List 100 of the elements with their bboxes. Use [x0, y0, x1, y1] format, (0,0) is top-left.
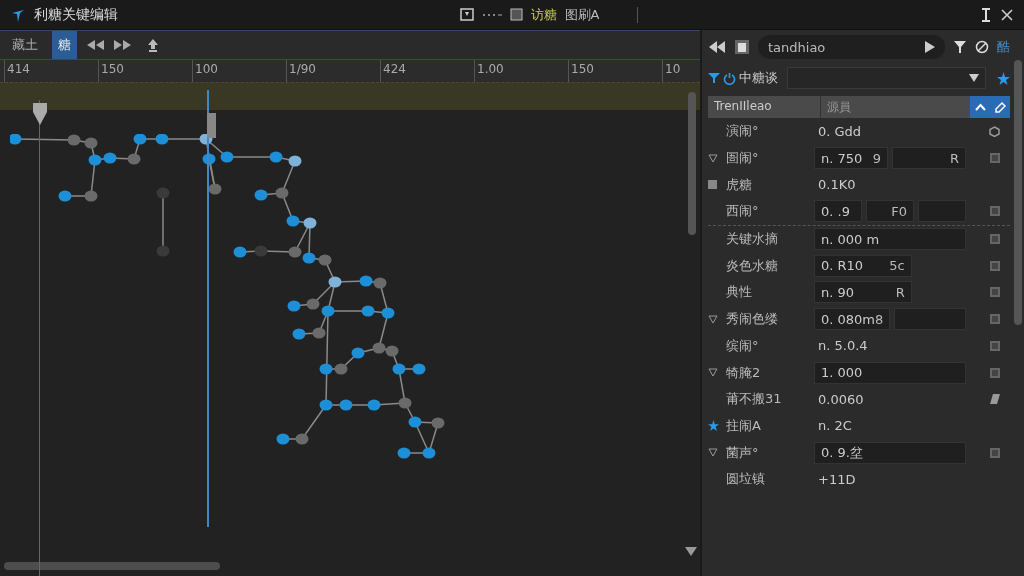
triangle-icon[interactable] [708, 368, 718, 378]
graph-node[interactable] [431, 417, 445, 429]
graph-node[interactable] [319, 399, 333, 411]
graph-node[interactable] [58, 190, 72, 202]
fast-forward-icon[interactable] [113, 39, 133, 51]
graph-node[interactable] [254, 189, 268, 201]
toolbar-button[interactable]: 糖 [52, 31, 77, 59]
power-icon[interactable] [723, 71, 736, 85]
value-field[interactable]: n. 000 m [814, 228, 966, 251]
graph-node[interactable] [295, 433, 309, 445]
column-header[interactable]: TrenIIleao [708, 96, 821, 118]
triangle-icon[interactable] [708, 314, 718, 324]
graph-node[interactable] [318, 254, 332, 266]
header-label[interactable]: 图刷A [564, 5, 600, 24]
graph-node[interactable] [351, 347, 365, 359]
value-field[interactable]: n. 750 9 [814, 147, 888, 170]
keyframe-icon[interactable] [990, 314, 1000, 325]
graph-node[interactable] [339, 399, 353, 411]
graph-node[interactable] [288, 246, 302, 258]
scroll-down-icon[interactable] [685, 547, 697, 556]
graph-node[interactable] [156, 187, 170, 199]
slash-icon[interactable] [990, 394, 1000, 405]
graph-node[interactable] [328, 276, 342, 288]
keyframe-icon[interactable] [990, 206, 1000, 217]
keyframe-icon[interactable] [990, 234, 1000, 245]
graph-node[interactable] [254, 245, 268, 257]
screen-icon[interactable] [459, 8, 474, 21]
triangle-icon[interactable] [708, 153, 718, 163]
value-field[interactable]: 1. 000 [814, 361, 966, 384]
value-field[interactable]: 0. 9.坌 [814, 441, 966, 464]
graph-node[interactable] [334, 363, 348, 375]
panel-icon[interactable] [509, 8, 523, 21]
graph-node[interactable] [233, 246, 247, 258]
keyframe-icon[interactable] [990, 260, 1000, 271]
graph-node[interactable] [319, 363, 333, 375]
value-field[interactable]: F0 [866, 200, 914, 223]
graph-node[interactable] [10, 134, 22, 145]
rewind-icon[interactable] [85, 39, 105, 51]
graph-node[interactable] [303, 217, 317, 229]
keyframe-icon[interactable] [990, 447, 1000, 458]
keyframe-icon[interactable] [990, 153, 1000, 164]
graph-node[interactable] [367, 399, 381, 411]
graph-node[interactable] [288, 155, 302, 167]
graph-node[interactable] [372, 342, 386, 354]
graph-node[interactable] [208, 183, 222, 195]
upload-icon[interactable] [147, 38, 159, 52]
graph-node[interactable] [373, 277, 387, 289]
graph-node[interactable] [269, 151, 283, 163]
graph-node[interactable] [408, 416, 422, 428]
funnel-icon[interactable] [953, 40, 967, 54]
collapse-button[interactable] [970, 96, 990, 118]
keyframe-icon[interactable] [990, 287, 1000, 298]
scrollbar[interactable] [688, 92, 696, 235]
block-icon[interactable] [975, 40, 989, 54]
graph-node[interactable] [302, 252, 316, 264]
graph-node[interactable] [385, 345, 399, 357]
keyframe-icon[interactable] [990, 367, 1000, 378]
graph-node[interactable] [359, 275, 373, 287]
search-field[interactable]: tandhiao [758, 35, 945, 59]
scrollbar[interactable] [4, 562, 220, 570]
graph-node[interactable] [397, 447, 411, 459]
graph-node[interactable] [67, 134, 81, 146]
star-icon[interactable] [708, 420, 719, 432]
toolbar-button[interactable]: 藏土 [6, 31, 44, 59]
graph-node[interactable] [84, 137, 98, 149]
graph-node[interactable] [220, 151, 234, 163]
hexagon-icon[interactable] [989, 125, 1000, 137]
graph-node[interactable] [84, 190, 98, 202]
value-field[interactable]: R [892, 147, 966, 170]
star-icon[interactable] [997, 71, 1010, 85]
value-field[interactable]: 0. R10 5c [814, 254, 912, 277]
play-icon[interactable] [925, 41, 935, 53]
graph-node[interactable] [292, 328, 306, 340]
filter-icon[interactable] [708, 72, 720, 84]
graph-node[interactable] [381, 307, 395, 319]
graph-node[interactable] [103, 152, 117, 164]
triangle-icon[interactable] [708, 448, 718, 458]
more-icon[interactable] [481, 12, 502, 17]
graph-node[interactable] [422, 447, 436, 459]
document-icon[interactable] [734, 39, 750, 55]
graph-node[interactable] [398, 397, 412, 409]
graph-node[interactable] [361, 305, 375, 317]
graph-node[interactable] [133, 134, 147, 145]
graph-node[interactable] [321, 305, 335, 317]
scrollbar[interactable] [1014, 60, 1022, 325]
graph-node[interactable] [287, 300, 301, 312]
value-field[interactable]: 0. 080m8 [814, 308, 891, 331]
close-icon[interactable] [1000, 7, 1014, 22]
graph-node[interactable] [412, 363, 426, 375]
eraser-button[interactable] [990, 96, 1010, 118]
graph-node[interactable] [312, 327, 326, 339]
graph-node[interactable] [286, 215, 300, 227]
graph-node[interactable] [276, 433, 290, 445]
graph-node[interactable] [156, 245, 170, 257]
graph-node[interactable] [275, 187, 289, 199]
back-icon[interactable] [708, 40, 726, 54]
graph-node[interactable] [88, 154, 102, 166]
header-label[interactable]: 访糖 [530, 5, 557, 24]
keyframe-icon[interactable] [990, 340, 1000, 351]
playhead-handle[interactable] [207, 113, 216, 138]
